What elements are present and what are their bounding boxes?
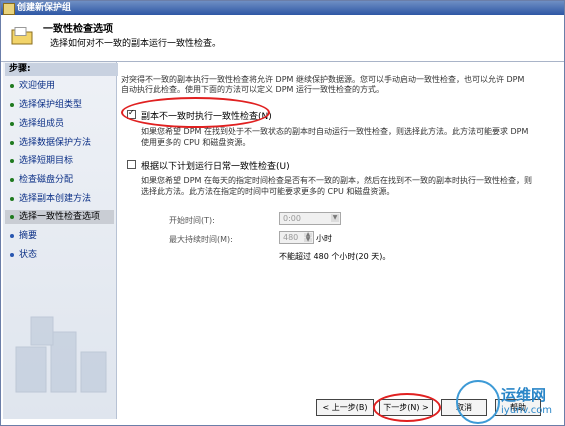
- annotation-ellipse-option: [121, 97, 270, 128]
- chevron-down-icon[interactable]: ▼: [331, 214, 339, 222]
- step-consistency-check[interactable]: 选择一致性检查选项: [5, 210, 114, 224]
- max-duration-label: 最大持续时间(M):: [169, 235, 233, 244]
- site-watermark: 运维网 iyunv.com: [456, 376, 564, 426]
- start-time-combo[interactable]: 0:00 ▼: [279, 212, 341, 225]
- option-scheduled-check-checkbox[interactable]: [127, 160, 136, 169]
- option-scheduled-desc-2: 选择此方法。此方法在指定的时间中可能要求更多的 CPU 和磁盘资源。: [141, 187, 395, 196]
- step-done-icon: [10, 178, 14, 182]
- annotation-ellipse-next: [373, 393, 441, 422]
- page-subtitle: 选择如何对不一致的副本运行一致性检查。: [50, 39, 222, 49]
- main-content: 对突得不一致的副本执行一致性检查将允许 DPM 继续保护数据源。您可以手动启动一…: [121, 62, 561, 392]
- step-done-icon: [10, 84, 14, 88]
- server-decoration-icon: [15, 316, 107, 393]
- steps-heading: 步骤:: [5, 63, 118, 76]
- wizard-header: 一致性检查选项 选择如何对不一致的副本运行一致性检查。: [1, 16, 564, 62]
- page-title: 一致性检查选项: [43, 24, 113, 35]
- step-replica-creation[interactable]: 选择副本创建方法: [5, 192, 114, 206]
- spin-down-icon[interactable]: ▼: [304, 237, 312, 243]
- start-time-label: 开始时间(T):: [169, 216, 215, 225]
- option-scheduled-check-label[interactable]: 根据以下计划运行日常一致性检查(U): [141, 159, 290, 172]
- step-protection-method[interactable]: 选择数据保护方法: [5, 136, 114, 150]
- wizard-window: 创建新保护组 一致性检查选项 选择如何对不一致的副本运行一致性检查。 步骤: 欢…: [0, 0, 565, 426]
- step-welcome[interactable]: 欢迎使用: [5, 79, 114, 93]
- intro-line-2: 自动执行此检查。使用下面的方法可以定义 DPM 运行一致性检查的方式。: [121, 85, 384, 94]
- step-short-term-goals[interactable]: 选择短期目标: [5, 154, 114, 168]
- step-done-icon: [10, 197, 14, 201]
- step-done-icon: [10, 159, 14, 163]
- step-pending-icon: [10, 253, 14, 257]
- steps-sidebar: 步骤: 欢迎使用 选择保护组类型 选择组成员 选择数据保护方法 选择短期目标 检…: [3, 62, 118, 419]
- step-group-type[interactable]: 选择保护组类型: [5, 98, 114, 112]
- watermark-line-2: iyunv.com: [501, 405, 553, 416]
- back-button[interactable]: < 上一步(B): [316, 399, 374, 416]
- duration-limit-note: 不能超过 480 个小时(20 天)。: [279, 252, 391, 261]
- folder-icon: [11, 27, 33, 45]
- option-scheduled-desc-1: 如果您希望 DPM 在每天的指定时间检查是否有不一致的副本，然后在找到不一致的副…: [141, 176, 532, 185]
- step-done-icon: [10, 103, 14, 107]
- step-done-icon: [10, 141, 14, 145]
- step-done-icon: [10, 122, 14, 126]
- window-title: 创建新保护组: [17, 3, 72, 13]
- title-bar: 创建新保护组: [1, 1, 564, 15]
- step-disk-allocation[interactable]: 检查磁盘分配: [5, 173, 114, 187]
- option-auto-check-desc-2: 使用更多的 CPU 和磁盘资源。: [141, 138, 251, 147]
- max-duration-spinner[interactable]: 480 ▲ ▼: [279, 231, 314, 244]
- option-auto-check-desc-1: 如果您希望 DPM 在找到处于不一致状态的副本时自动运行一致性检查，则选择此方法…: [141, 127, 529, 136]
- max-duration-unit: 小时: [316, 234, 332, 243]
- step-group-members[interactable]: 选择组成员: [5, 117, 114, 131]
- step-status[interactable]: 状态: [5, 248, 114, 262]
- watermark-line-1: 运维网: [501, 386, 547, 404]
- step-pending-icon: [10, 234, 14, 238]
- app-icon: [3, 3, 15, 15]
- step-summary[interactable]: 摘要: [5, 229, 114, 243]
- step-current-icon: [10, 215, 14, 219]
- watermark-logo-icon: [456, 380, 500, 424]
